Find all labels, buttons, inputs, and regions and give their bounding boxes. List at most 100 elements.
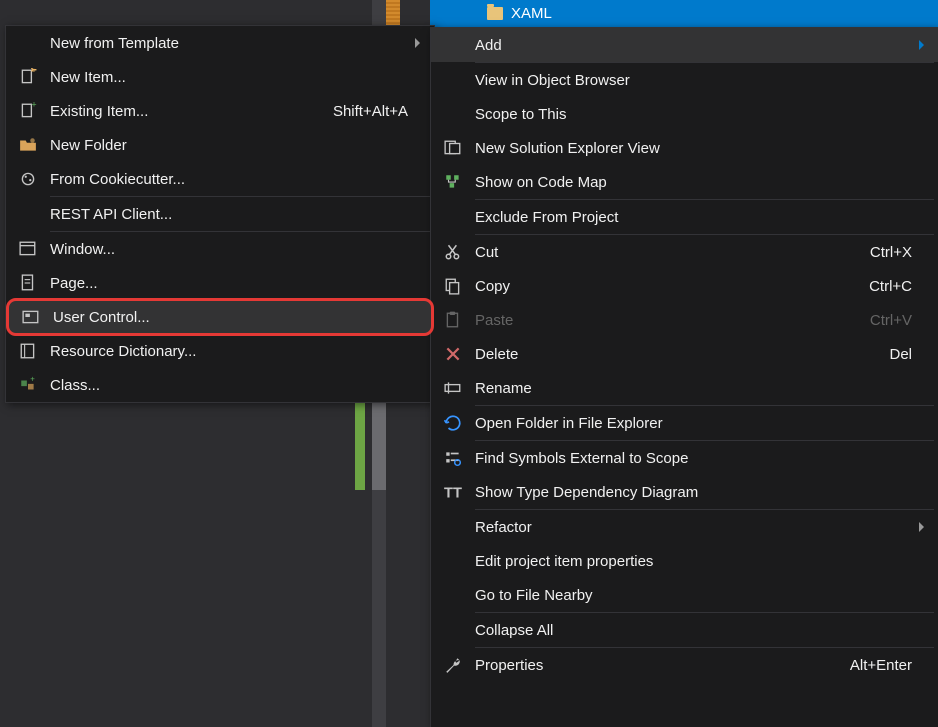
menu-item-label: Show Type Dependency Diagram xyxy=(475,484,930,501)
window-icon xyxy=(6,240,50,258)
menu-item-rest-api[interactable]: REST API Client... xyxy=(6,197,434,231)
menu-item-shortcut: Ctrl+V xyxy=(870,312,930,329)
menu-item-label: Exclude From Project xyxy=(475,209,930,226)
menu-item-label: New from Template xyxy=(50,35,415,52)
menu-item-label: Existing Item... xyxy=(50,103,333,120)
menu-item-cut[interactable]: CutCtrl+X xyxy=(431,235,938,269)
menu-item-edit-proj-item[interactable]: Edit project item properties xyxy=(431,544,938,578)
menu-item-exclude[interactable]: Exclude From Project xyxy=(431,200,938,234)
menu-item-label: Edit project item properties xyxy=(475,553,930,570)
menu-item-label: Window... xyxy=(50,241,426,258)
menu-item-label: From Cookiecutter... xyxy=(50,171,426,188)
menu-item-label: Delete xyxy=(475,346,889,363)
cookiecutter-icon xyxy=(6,170,50,188)
menu-item-class[interactable]: + Class... xyxy=(6,368,434,402)
menu-item-label: New Folder xyxy=(50,137,426,154)
menu-item-cookiecutter[interactable]: From Cookiecutter... xyxy=(6,162,434,196)
menu-item-resource-dictionary[interactable]: Resource Dictionary... xyxy=(6,334,434,368)
resource-dictionary-icon xyxy=(6,342,50,360)
menu-item-shortcut: Ctrl+C xyxy=(869,278,930,295)
menu-item-user-control[interactable]: User Control... xyxy=(6,298,434,336)
menu-item-label: New Item... xyxy=(50,69,426,86)
svg-text:T: T xyxy=(444,486,453,501)
menu-item-refactor[interactable]: Refactor xyxy=(431,510,938,544)
new-item-icon xyxy=(6,68,50,86)
copy-icon xyxy=(431,277,475,295)
menu-item-label: Add xyxy=(475,37,919,54)
menu-item-label: View in Object Browser xyxy=(475,72,930,89)
menu-item-new-item[interactable]: New Item... xyxy=(6,60,434,94)
menu-item-existing-item[interactable]: + Existing Item...Shift+Alt+A xyxy=(6,94,434,128)
menu-item-shortcut: Ctrl+X xyxy=(870,244,930,261)
menu-item-label: Scope to This xyxy=(475,106,930,123)
menu-item-label: Collapse All xyxy=(475,622,930,639)
tree-item-label: XAML xyxy=(511,5,552,22)
menu-item-new-folder[interactable]: New Folder xyxy=(6,128,434,162)
menu-item-type-dependency[interactable]: TTShow Type Dependency Diagram xyxy=(431,475,938,509)
menu-item-label: REST API Client... xyxy=(50,206,426,223)
rename-icon xyxy=(431,379,475,397)
menu-item-copy[interactable]: CopyCtrl+C xyxy=(431,269,938,303)
new-solution-view-icon xyxy=(431,139,475,157)
context-menu: Add View in Object Browser Scope to This Ne… xyxy=(430,27,938,727)
class-icon: + xyxy=(6,376,50,394)
menu-item-label: Class... xyxy=(50,377,426,394)
menu-item-add[interactable]: Add xyxy=(431,28,938,62)
menu-item-properties[interactable]: PropertiesAlt+Enter xyxy=(431,648,938,682)
menu-item-label: Go to File Nearby xyxy=(475,587,930,604)
folder-icon xyxy=(487,7,503,20)
cut-icon xyxy=(431,243,475,261)
find-symbols-icon xyxy=(431,449,475,467)
delete-icon xyxy=(431,345,475,363)
add-submenu: New from Template New Item... + Existing It… xyxy=(5,25,435,403)
menu-item-go-to-file-nearby[interactable]: Go to File Nearby xyxy=(431,578,938,612)
submenu-arrow-icon xyxy=(919,522,924,532)
menu-item-rename[interactable]: Rename xyxy=(431,371,938,405)
svg-text:+: + xyxy=(31,102,36,110)
menu-item-label: Rename xyxy=(475,380,930,397)
submenu-arrow-icon xyxy=(919,40,924,50)
change-marker xyxy=(355,400,365,490)
svg-text:+: + xyxy=(30,376,35,384)
menu-item-label: Open Folder in File Explorer xyxy=(475,415,930,432)
menu-item-label: Copy xyxy=(475,278,869,295)
menu-item-new-solution-view[interactable]: New Solution Explorer View xyxy=(431,131,938,165)
menu-item-scope-to-this[interactable]: Scope to This xyxy=(431,97,938,131)
menu-item-page[interactable]: Page... xyxy=(6,266,434,300)
menu-item-label: Page... xyxy=(50,275,426,292)
vertical-scrollbar-thumb[interactable] xyxy=(372,400,386,490)
menu-item-label: User Control... xyxy=(53,309,423,326)
menu-item-label: Resource Dictionary... xyxy=(50,343,426,360)
type-dependency-icon: TT xyxy=(431,483,475,501)
menu-item-shortcut: Alt+Enter xyxy=(850,657,930,674)
code-map-icon xyxy=(431,173,475,191)
paste-icon xyxy=(431,311,475,329)
menu-item-label: Cut xyxy=(475,244,870,261)
menu-item-label: Properties xyxy=(475,657,850,674)
ruler-icon xyxy=(386,0,400,25)
menu-item-collapse-all[interactable]: Collapse All xyxy=(431,613,938,647)
menu-item-shortcut: Del xyxy=(889,346,930,363)
submenu-arrow-icon xyxy=(415,38,420,48)
tree-item-xaml[interactable]: XAML xyxy=(430,0,938,27)
menu-item-find-symbols[interactable]: Find Symbols External to Scope xyxy=(431,441,938,475)
user-control-icon xyxy=(9,308,53,326)
menu-item-paste: PasteCtrl+V xyxy=(431,303,938,337)
menu-item-label: New Solution Explorer View xyxy=(475,140,930,157)
menu-item-show-code-map[interactable]: Show on Code Map xyxy=(431,165,938,199)
menu-item-delete[interactable]: DeleteDel xyxy=(431,337,938,371)
existing-item-icon: + xyxy=(6,102,50,120)
menu-item-new-from-template[interactable]: New from Template xyxy=(6,26,434,60)
menu-item-label: Show on Code Map xyxy=(475,174,930,191)
properties-icon xyxy=(431,656,475,674)
menu-item-open-folder[interactable]: Open Folder in File Explorer xyxy=(431,406,938,440)
page-icon xyxy=(6,274,50,292)
new-folder-icon xyxy=(6,136,50,154)
menu-item-label: Find Symbols External to Scope xyxy=(475,450,930,467)
menu-item-label: Paste xyxy=(475,312,870,329)
menu-item-shortcut: Shift+Alt+A xyxy=(333,103,426,120)
svg-text:T: T xyxy=(453,486,462,501)
menu-item-label: Refactor xyxy=(475,519,919,536)
menu-item-view-object-browser[interactable]: View in Object Browser xyxy=(431,63,938,97)
menu-item-window[interactable]: Window... xyxy=(6,232,434,266)
